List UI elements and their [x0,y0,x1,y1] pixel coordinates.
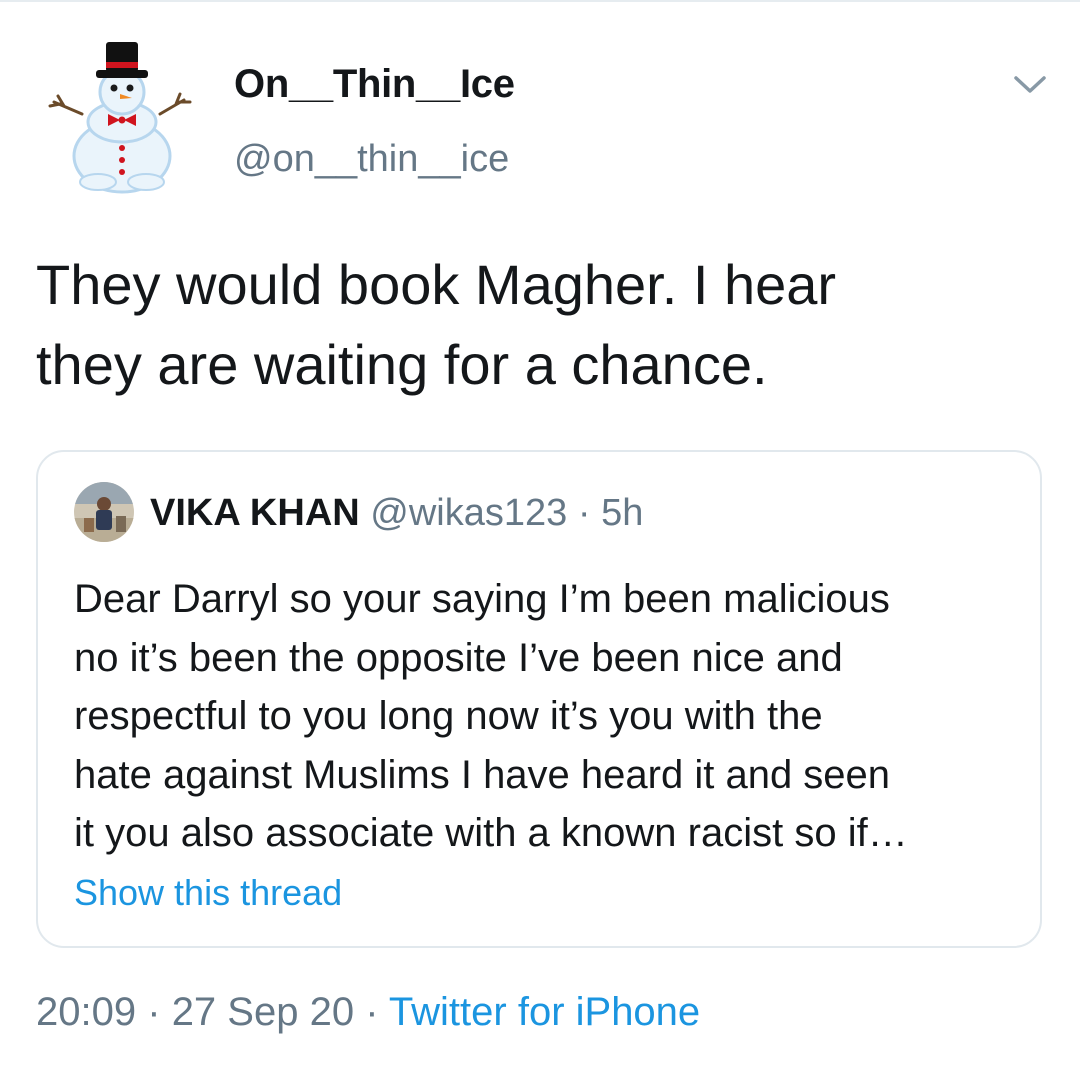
separator-dot: · [365,990,379,1034]
top-divider [0,0,1080,2]
quoted-tweet-header: VIKA KHAN @wikas123 · 5h [150,490,643,536]
display-name[interactable]: On__Thin__Ice [234,62,515,107]
show-thread-link[interactable]: Show this thread [74,872,342,914]
separator-dot: · [147,990,161,1034]
quoted-text-line: Dear Darryl so your saying I’m been mali… [74,577,890,621]
quoted-text-line: no it’s been the opposite I’ve been nice… [74,635,843,680]
separator-dot: · [577,492,591,534]
snowman-avatar-icon[interactable] [34,30,204,200]
quoted-tweet-card[interactable]: VIKA KHAN @wikas123 · 5h Dear Darryl so … [36,450,1042,948]
quoted-tweet-text: Dear Darryl so your saying I’m been mali… [74,570,1024,863]
tweet-meta: 20:09 · 27 Sep 20 · Twitter for iPhone [36,990,700,1035]
quoted-text-line: it you also associate with a known racis… [74,811,908,855]
tweet-time[interactable]: 20:09 [36,990,136,1034]
quoted-user-avatar[interactable] [74,482,134,542]
tweet-text: They would book Magher. I hear they are … [36,245,1046,405]
tweet-source-link[interactable]: Twitter for iPhone [389,990,700,1034]
tweet-text-line: they are waiting for a chance. [36,333,768,396]
tweet-date[interactable]: 27 Sep 20 [172,990,354,1034]
quoted-timestamp: 5h [601,492,644,534]
quoted-text-line: hate against Muslims I have heard it and… [74,752,891,797]
quoted-text-line: respectful to you long now it’s you with… [74,694,823,738]
quoted-display-name: VIKA KHAN [150,492,360,534]
tweet-text-line: They would book Magher. I hear [36,253,837,316]
user-handle[interactable]: @on__thin__ice [234,138,509,181]
chevron-down-icon[interactable] [1010,66,1050,102]
quoted-user-handle: @wikas123 [370,492,568,534]
